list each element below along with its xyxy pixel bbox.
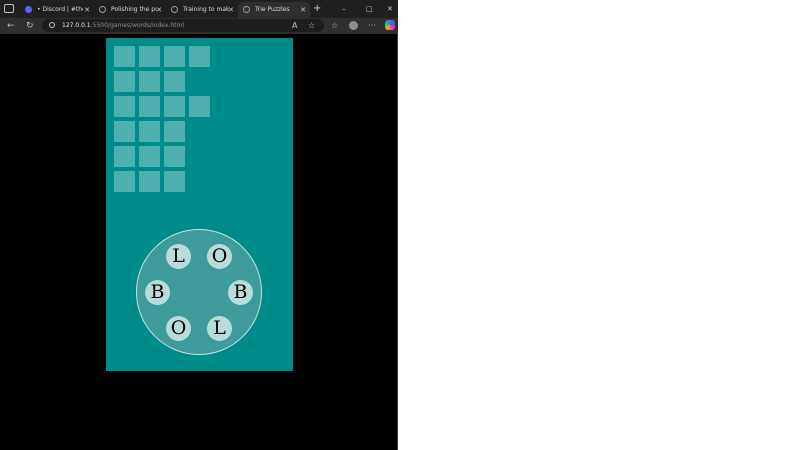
copilot-icon[interactable] <box>385 20 395 30</box>
grid-cell <box>139 46 160 67</box>
tab-label: Training to make a W <box>183 6 229 13</box>
letter-tile[interactable]: L <box>207 316 232 341</box>
favorite-star-icon[interactable]: ☆ <box>308 19 315 32</box>
site-info-icon[interactable] <box>49 22 55 28</box>
close-icon[interactable]: ✕ <box>156 2 162 18</box>
grid-cell <box>139 121 160 142</box>
address-path: :5500/games/words/index.html <box>90 22 185 29</box>
browser-toolbar: ← ↻ 127.0.0.1:5500/games/words/index.htm… <box>0 18 398 34</box>
tab-discord[interactable]: • Discord | #the-cod ✕ <box>20 2 94 18</box>
grid-cell <box>139 146 160 167</box>
grid-cell <box>114 46 135 67</box>
minimize-button[interactable]: – <box>342 2 346 16</box>
tab-trie-puzzles[interactable]: Trie Puzzles ✕ <box>238 2 310 18</box>
tab-label: Polishing the puzzle <box>111 6 157 13</box>
grid-cell <box>164 121 185 142</box>
grid-cell <box>139 71 160 92</box>
letter-wheel: L O B B O L <box>136 229 262 355</box>
grid-cell <box>164 71 185 92</box>
discord-icon <box>25 6 32 13</box>
grid-cell <box>189 96 210 117</box>
tab-label: • Discord | #the-cod <box>37 6 83 13</box>
game-board: L O B B O L <box>106 38 293 371</box>
grid-cell <box>114 71 135 92</box>
new-tab-button[interactable]: + <box>313 2 321 16</box>
empty-desktop-area <box>398 0 800 450</box>
globe-icon <box>99 6 106 13</box>
close-icon[interactable]: ✕ <box>84 2 90 18</box>
letter-tile[interactable]: O <box>166 316 191 341</box>
browser-window: • Discord | #the-cod ✕ Polishing the puz… <box>0 0 398 450</box>
back-icon[interactable]: ← <box>7 19 15 33</box>
address-host: 127.0.0.1 <box>62 22 91 29</box>
globe-icon <box>243 6 250 13</box>
grid-cell <box>164 146 185 167</box>
letter-tile[interactable]: B <box>145 280 170 305</box>
grid-cell <box>189 46 210 67</box>
globe-icon <box>171 6 178 13</box>
tab-training[interactable]: Training to make a W ✕ <box>166 2 238 18</box>
favorites-icon[interactable]: ☆ <box>331 19 338 33</box>
tab-bar: • Discord | #the-cod ✕ Polishing the puz… <box>0 0 398 18</box>
grid-cell <box>164 46 185 67</box>
grid-cell <box>114 146 135 167</box>
tab-polishing[interactable]: Polishing the puzzle ✕ <box>94 2 166 18</box>
grid-cell <box>164 96 185 117</box>
letter-tile[interactable]: B <box>228 280 253 305</box>
letter-tile[interactable]: O <box>207 244 232 269</box>
close-icon[interactable]: ✕ <box>228 2 234 18</box>
sidebar-toggle-icon[interactable] <box>4 4 14 13</box>
grid-cell <box>114 96 135 117</box>
maximize-button[interactable]: □ <box>366 2 373 16</box>
close-window-button[interactable]: ✕ <box>387 2 393 16</box>
grid-cell <box>139 171 160 192</box>
grid-cell <box>114 171 135 192</box>
profile-avatar[interactable] <box>349 21 358 30</box>
refresh-icon[interactable]: ↻ <box>26 19 34 33</box>
more-menu-icon[interactable]: ··· <box>368 19 376 33</box>
address-bar[interactable]: 127.0.0.1:5500/games/words/index.html A … <box>42 19 324 32</box>
close-icon[interactable]: ✕ <box>300 2 306 18</box>
letter-tile[interactable]: L <box>166 244 191 269</box>
grid-cell <box>164 171 185 192</box>
grid-cell <box>139 96 160 117</box>
read-aloud-icon[interactable]: A <box>292 19 297 32</box>
tab-label: Trie Puzzles <box>255 6 290 13</box>
grid-cell <box>114 121 135 142</box>
